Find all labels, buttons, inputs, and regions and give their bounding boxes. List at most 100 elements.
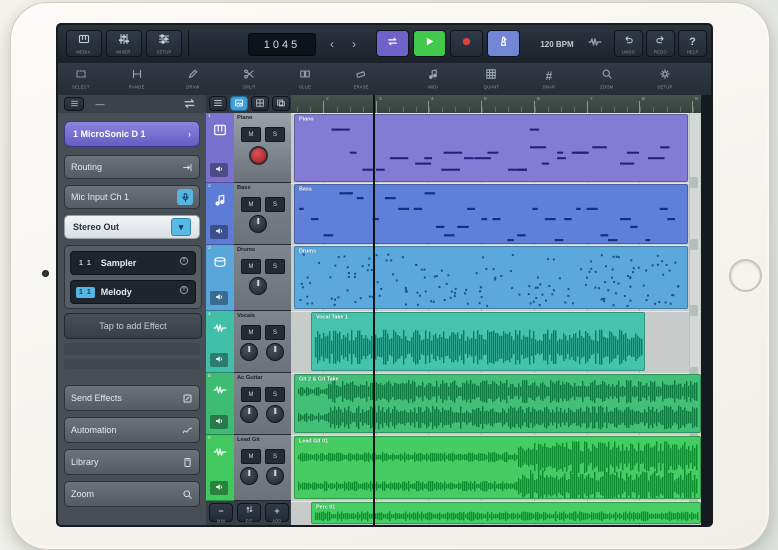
midi-row-0[interactable]: 1 1 Sampler: [70, 251, 196, 275]
track-color-strip[interactable]: 4: [206, 311, 234, 373]
inspector-collapse-button[interactable]: —: [92, 96, 108, 111]
right-locator-flag[interactable]: [677, 98, 691, 112]
mute-button[interactable]: M: [241, 387, 261, 402]
volume-knob[interactable]: [266, 467, 284, 485]
clip-piano[interactable]: Piano: [294, 114, 688, 182]
tool-range-button[interactable]: RANGE: [122, 66, 152, 92]
pan-knob[interactable]: [240, 467, 258, 485]
track-color-strip[interactable]: 5: [206, 373, 234, 435]
tracklist-fit-button[interactable]: FIT: [237, 503, 261, 524]
help-button[interactable]: ? HELP: [678, 30, 707, 57]
track-row-2[interactable]: 2 Bass M S: [206, 183, 291, 245]
clip-bass[interactable]: Bass: [294, 184, 688, 244]
position-display[interactable]: 1045: [248, 33, 316, 56]
output-select[interactable]: Stereo Out ▾: [64, 215, 200, 239]
clip-vocal-take-1[interactable]: Vocal Take 1: [311, 312, 645, 371]
add-effect-button[interactable]: Tap to add Effect: [64, 313, 202, 339]
tool-snap-button[interactable]: # SNAP: [534, 66, 564, 92]
volume-knob[interactable]: [266, 405, 284, 423]
grid-view-button[interactable]: [251, 96, 269, 111]
clip-end-handle[interactable]: [690, 305, 698, 316]
clip-perc-01[interactable]: Perc 01: [311, 502, 701, 524]
solo-button[interactable]: S: [265, 325, 285, 340]
mute-button[interactable]: M: [241, 449, 261, 464]
clip-end-handle[interactable]: [690, 239, 698, 250]
monitor-button[interactable]: [210, 291, 228, 305]
track-row-1[interactable]: 1 Piano M S: [206, 113, 291, 183]
inspector-section-automation[interactable]: Automation: [64, 417, 200, 443]
clip-drums[interactable]: Drums: [294, 246, 688, 309]
tool-settings-icon: [659, 67, 671, 85]
monitor-button[interactable]: [210, 481, 228, 495]
inspector-row-input[interactable]: Mic Input Ch 1: [64, 185, 200, 209]
track-color-strip[interactable]: 3: [206, 245, 234, 311]
solo-button[interactable]: S: [265, 127, 285, 142]
tool-quantize-button[interactable]: QUANT: [476, 66, 506, 92]
tracklist-add-button[interactable]: + ADD: [265, 503, 289, 524]
solo-button[interactable]: S: [265, 259, 285, 274]
left-locator-flag[interactable]: [293, 98, 307, 112]
mixer-button[interactable]: MIXER: [106, 30, 142, 57]
redo-button[interactable]: REDO: [646, 30, 675, 57]
pan-knob[interactable]: [240, 343, 258, 361]
metronome-button[interactable]: [487, 30, 520, 57]
tempo-display[interactable]: 120 BPM: [528, 37, 586, 51]
mute-button[interactable]: M: [241, 259, 261, 274]
track-row-5[interactable]: 5 Ac Guitar M S: [206, 373, 291, 435]
clip-end-handle[interactable]: [690, 177, 698, 188]
cycle-button[interactable]: [376, 30, 409, 57]
timeline-ruler[interactable]: 2 3 4 5 6 7 8 9: [291, 95, 701, 114]
layers-view-button[interactable]: [272, 96, 290, 111]
home-button[interactable]: [729, 259, 762, 292]
tool-erase-button[interactable]: ERASE: [346, 66, 376, 92]
clip-git-2-git-take[interactable]: Git 2 & Git Take: [294, 374, 701, 433]
tool-settings-button[interactable]: SETUP: [650, 66, 680, 92]
tool-select-button[interactable]: SELECT: [66, 66, 96, 92]
list-view-button[interactable]: [209, 96, 227, 111]
tool-split-button[interactable]: SPLIT: [234, 66, 264, 92]
inspector-section-send-effects[interactable]: Send Effects: [64, 385, 200, 411]
monitor-button[interactable]: [210, 225, 228, 239]
inspector-section-zoom[interactable]: Zoom: [64, 481, 200, 507]
midi-row-1[interactable]: 1 1 Melody: [70, 280, 196, 304]
monitor-button[interactable]: [210, 353, 228, 367]
track-row-4[interactable]: 4 Vocals M S: [206, 311, 291, 373]
clip-lead-git-01[interactable]: Lead Git 01: [294, 436, 701, 499]
tool-zoom-button[interactable]: ZOOM: [592, 66, 622, 92]
pan-knob[interactable]: [240, 405, 258, 423]
track-color-strip[interactable]: 1: [206, 113, 234, 183]
record-button[interactable]: [450, 30, 483, 57]
track-color-strip[interactable]: 2: [206, 183, 234, 245]
play-button[interactable]: [413, 30, 446, 57]
tool-glue-button[interactable]: GLUE: [290, 66, 320, 92]
monitor-button[interactable]: [210, 415, 228, 429]
parts-view-button[interactable]: [230, 96, 248, 111]
mute-button[interactable]: M: [241, 325, 261, 340]
nudge-back-button[interactable]: ‹: [324, 33, 340, 54]
record-arm-button[interactable]: [249, 146, 268, 165]
tracklist-shrink-button[interactable]: − MIN: [209, 503, 233, 524]
media-button[interactable]: MEDIA: [66, 30, 102, 57]
pan-knob[interactable]: [249, 277, 267, 295]
inspector-mini-button[interactable]: [64, 97, 84, 111]
undo-button[interactable]: UNDO: [614, 30, 643, 57]
mute-button[interactable]: M: [241, 127, 261, 142]
pan-knob[interactable]: [249, 215, 267, 233]
monitor-button[interactable]: [210, 163, 228, 177]
solo-button[interactable]: S: [265, 449, 285, 464]
track-row-3[interactable]: 3 Drums M S: [206, 245, 291, 311]
track-color-strip[interactable]: 6: [206, 435, 234, 501]
inspector-section-library[interactable]: Library: [64, 449, 200, 475]
inspector-row-routing[interactable]: Routing: [64, 155, 200, 179]
inspector-track-title[interactable]: 1 MicroSonic D 1 ›: [64, 121, 200, 147]
playhead[interactable]: [373, 95, 375, 525]
nudge-forward-button[interactable]: ›: [346, 33, 362, 54]
solo-button[interactable]: S: [265, 197, 285, 212]
solo-button[interactable]: S: [265, 387, 285, 402]
setup-button[interactable]: SETUP: [146, 30, 182, 57]
mute-button[interactable]: M: [241, 197, 261, 212]
tool-draw-button[interactable]: DRAW: [178, 66, 208, 92]
track-row-6[interactable]: 6 Lead Git M S: [206, 435, 291, 501]
tool-midi-button[interactable]: MIDI: [418, 66, 448, 92]
volume-knob[interactable]: [266, 343, 284, 361]
